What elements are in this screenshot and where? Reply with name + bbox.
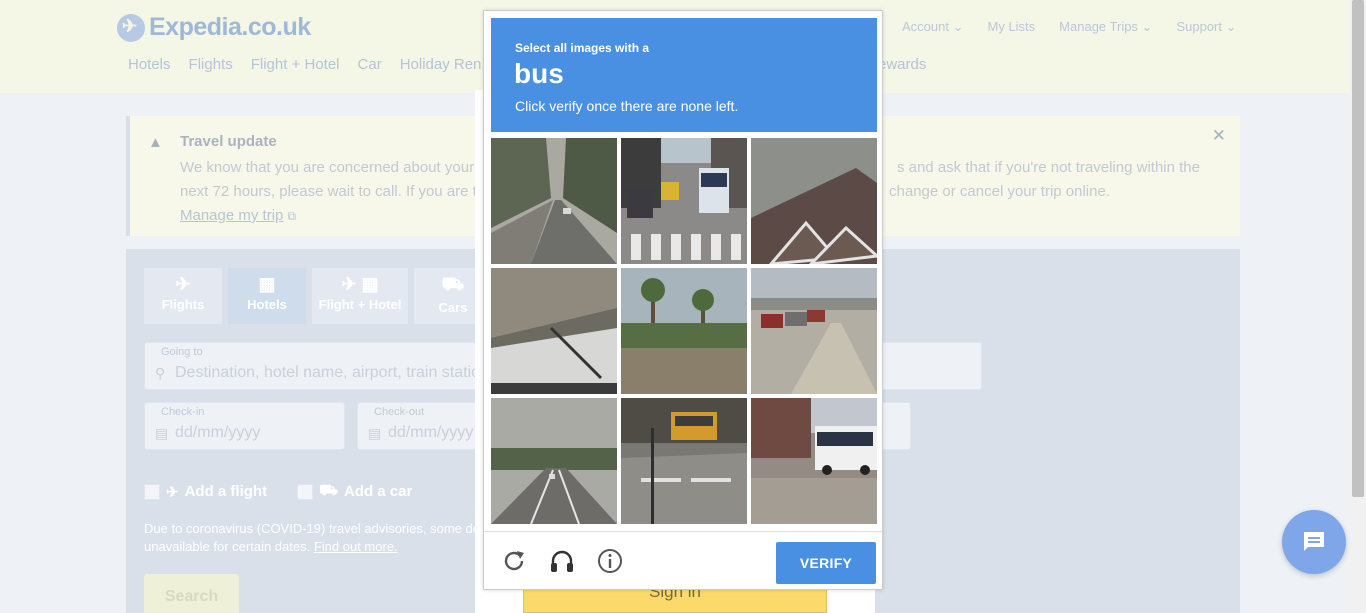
close-icon[interactable]: ✕ (1212, 126, 1226, 146)
nav-support[interactable]: Support (1176, 19, 1236, 35)
warning-icon: ▲ (148, 134, 163, 151)
nav-account[interactable]: Account (902, 19, 964, 35)
search-button[interactable]: Search (144, 574, 239, 613)
alert-title: Travel update (180, 133, 277, 150)
tab-cars-label: Cars (438, 300, 468, 315)
captcha-tile-4[interactable] (491, 268, 617, 394)
location-pin-icon: ⚲ (155, 365, 166, 381)
plane-icon: ✈ (175, 274, 191, 294)
add-flight-checkbox[interactable]: ✈ Add a flight (144, 482, 267, 501)
captcha-tile-7[interactable] (491, 398, 617, 524)
captcha-tile-1[interactable] (491, 138, 617, 264)
primary-nav: Hotels Flights Flight + Hotel Car Holida… (128, 56, 481, 73)
nav-flights[interactable]: Flights (189, 56, 233, 73)
checkbox[interactable] (144, 483, 160, 500)
palm-trees-image (621, 268, 747, 394)
checkout-label: Check-out (374, 406, 425, 418)
captcha-tile-9[interactable] (751, 398, 877, 524)
reload-icon[interactable] (500, 547, 528, 575)
going-to-label: Going to (161, 346, 203, 358)
checkin-label: Check-in (161, 406, 205, 418)
white-bus-image (751, 398, 877, 524)
captcha-tile-6[interactable] (751, 268, 877, 394)
find-out-more-link[interactable]: Find out more. (314, 539, 398, 554)
captcha-tile-3[interactable] (751, 138, 877, 264)
plane-icon: ✈ (166, 483, 179, 501)
nav-manage-trips[interactable]: Manage Trips (1059, 19, 1152, 35)
headphones-icon[interactable] (548, 547, 576, 575)
tab-flights[interactable]: ✈ Flights (144, 268, 222, 324)
tab-flight-hotel[interactable]: ✈ ▦ Flight + Hotel (312, 268, 408, 324)
captcha-image-grid (491, 138, 877, 524)
chat-bubble-icon (1304, 532, 1324, 551)
alert-body-left-1: We know that you are concerned about you… (180, 159, 475, 176)
captcha-tile-8[interactable] (621, 398, 747, 524)
add-car-label: Add a car (343, 483, 413, 500)
scrollbar-thumb[interactable] (1352, 0, 1364, 497)
nav-hotels[interactable]: Hotels (128, 56, 171, 73)
going-to-placeholder: Destination, hotel name, airport, train … (175, 364, 481, 381)
manage-trip-link[interactable]: Manage my trip (180, 207, 283, 224)
house-roof-image (751, 138, 877, 264)
page-scrollbar[interactable] (1350, 0, 1366, 613)
checkout-placeholder: dd/mm/yyyy (388, 424, 474, 441)
captcha-tile-2[interactable] (621, 138, 747, 264)
external-link-icon: ⧉ (287, 209, 297, 223)
nav-holiday-rentals[interactable]: Holiday Ren (400, 56, 482, 73)
nav-car[interactable]: Car (358, 56, 382, 73)
captcha-instruction-line: Select all images with a (515, 41, 650, 55)
tab-hotels-label: Hotels (247, 297, 287, 312)
info-icon[interactable] (596, 547, 624, 575)
nav-my-lists[interactable]: My Lists (988, 19, 1036, 35)
checkin-field[interactable]: Check-in ▤ dd/mm/yyyy (144, 402, 345, 450)
covid-text: Due to coronavirus (COVID-19) travel adv… (144, 521, 480, 554)
checkbox[interactable] (297, 483, 314, 500)
nav-flight-hotel[interactable]: Flight + Hotel (251, 56, 340, 73)
captcha-footer: VERIFY (484, 531, 882, 589)
captcha-instructions: Select all images with a bus Click verif… (491, 18, 877, 132)
captcha-instruction-footer: Click verify once there are none left. (515, 98, 739, 114)
globe-icon (117, 13, 145, 42)
calendar-icon: ▤ (155, 425, 169, 441)
highway-image (491, 398, 617, 524)
add-car-checkbox[interactable]: ⛟ Add a car (297, 482, 412, 501)
tab-hotels[interactable]: ▦ Hotels (228, 268, 306, 324)
add-flight-label: Add a flight (184, 483, 268, 500)
search-tabs: ✈ Flights ▦ Hotels ✈ ▦ Flight + Hotel ⛟ … (144, 268, 492, 324)
street-bus-image (621, 138, 747, 264)
verify-button[interactable]: VERIFY (776, 542, 876, 584)
recaptcha-challenge: Select all images with a bus Click verif… (483, 10, 883, 590)
covid-notice: Due to coronavirus (COVID-19) travel adv… (144, 520, 484, 556)
parked-cars-image (751, 268, 877, 394)
captcha-tile-5[interactable] (621, 268, 747, 394)
chat-button[interactable] (1282, 510, 1346, 574)
nav-rewards[interactable]: ewards (878, 56, 926, 73)
checkin-placeholder: dd/mm/yyyy (175, 424, 261, 441)
tab-flights-label: Flights (161, 297, 205, 312)
tab-flight-hotel-label: Flight + Hotel (318, 297, 402, 312)
alert-body-right-1: s and ask that if you're not traveling w… (896, 159, 1200, 176)
alert-body-right-2: change or cancel your trip online. (889, 183, 1110, 200)
logo-text: Expedia.co.uk (149, 13, 311, 41)
calendar-icon: ▤ (368, 425, 382, 441)
expedia-logo[interactable]: Expedia.co.uk (117, 13, 311, 42)
account-nav: Account My Lists Manage Trips Support (902, 19, 1237, 35)
school-bus-street-image (621, 398, 747, 524)
car-icon: ⛟ (319, 482, 338, 499)
building-icon: ▦ (258, 274, 276, 294)
car-hood-image (491, 268, 617, 394)
add-ons: ✈ Add a flight ⛟ Add a car (144, 482, 412, 501)
captcha-target-object: bus (514, 58, 564, 89)
road-trees-image (491, 138, 617, 264)
plane-building-icon: ✈ ▦ (341, 274, 379, 294)
alert-body-left-2: next 72 hours, please wait to call. If y… (180, 183, 477, 200)
